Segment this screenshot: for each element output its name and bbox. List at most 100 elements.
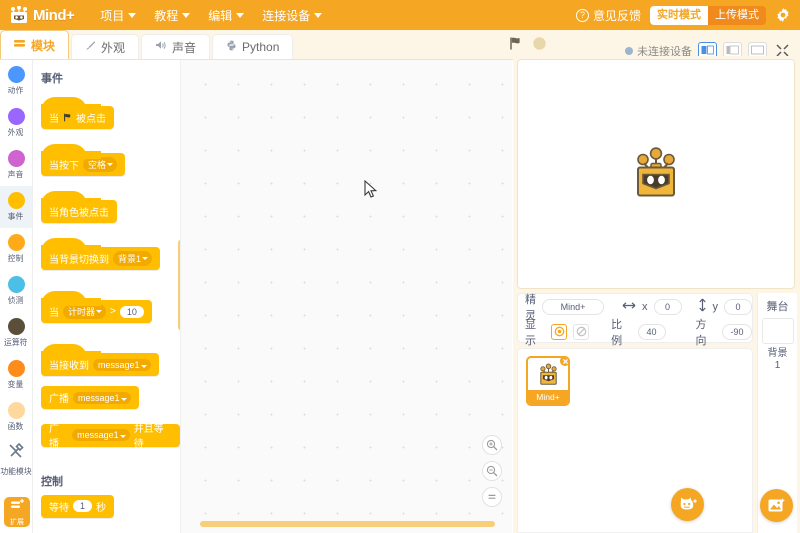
tab-label: 声音 <box>172 40 197 55</box>
app-logo[interactable]: Mind+ <box>8 5 75 24</box>
category-label: 功能模块 <box>0 465 32 476</box>
category-feature-modules[interactable]: 功能模块 <box>0 438 32 480</box>
upload-mode-button[interactable]: 上传模式 <box>708 6 766 25</box>
backdrop-count: 1 <box>774 360 781 371</box>
mindplus-robot-sprite-icon[interactable] <box>627 144 685 205</box>
message-dropdown[interactable]: message1 <box>93 358 151 371</box>
category-sensing[interactable]: 侦测 <box>0 270 32 312</box>
run-controls <box>508 36 547 56</box>
block-palette[interactable]: 事件 当 被点击 当按下 空格 当角色被点击 当背景切换到 背景1 当 计时器 … <box>33 60 181 533</box>
category-label: 控制 <box>8 253 24 263</box>
sprite-direction-input[interactable]: -90 <box>721 323 752 340</box>
category-label: 声音 <box>8 169 24 179</box>
menu-item-label: 项目 <box>100 8 125 23</box>
backdrop-dropdown[interactable]: 背景1 <box>113 251 153 266</box>
category-looks[interactable]: 外观 <box>0 102 32 144</box>
category-label: 外观 <box>8 127 24 137</box>
sprite-hide-button[interactable] <box>573 323 590 340</box>
category-functions[interactable]: 函数 <box>0 396 32 438</box>
chevron-down-icon <box>236 12 245 18</box>
key-dropdown[interactable]: 空格 <box>83 157 118 172</box>
mindplus-robot-logo-icon <box>8 5 30 24</box>
menu-item-edit[interactable]: 编辑 <box>200 4 252 27</box>
stage-selector-panel[interactable]: 舞台 背景 1 <box>757 293 797 533</box>
workspace-zoom-controls <box>482 435 502 507</box>
block-when-flag-clicked[interactable]: 当 被点击 <box>41 97 114 129</box>
block-broadcast[interactable]: 广播 message1 <box>41 386 139 409</box>
zoom-reset-button[interactable] <box>482 487 502 507</box>
backdrop-caption: 背景 1 <box>758 348 797 372</box>
zoom-out-button[interactable] <box>482 461 502 481</box>
message-dropdown[interactable]: message1 <box>73 391 131 404</box>
sprite-show-label: 显示 <box>525 318 536 347</box>
menu-item-connect-device[interactable]: 连接设备 <box>254 4 330 27</box>
block-text: 广播 <box>49 394 69 405</box>
add-extension-button[interactable]: 扩展 <box>4 497 30 527</box>
category-motion[interactable]: 动作 <box>0 60 32 102</box>
add-backdrop-button[interactable] <box>760 489 793 522</box>
sprite-size-input[interactable]: 40 <box>637 323 666 340</box>
seconds-input[interactable]: 1 <box>73 500 93 512</box>
sprite-size-label: 比例 <box>611 318 623 347</box>
category-color-dot <box>7 234 25 251</box>
vertical-arrows-icon <box>698 298 707 315</box>
script-workspace-canvas[interactable] <box>181 60 512 533</box>
sprite-info-row-1: 精灵 Mind+ x 0 y 0 <box>518 294 752 322</box>
delete-badge-icon[interactable] <box>559 358 568 367</box>
sensor-dropdown[interactable]: 计时器 <box>63 304 107 319</box>
menu-item-tutorial[interactable]: 教程 <box>146 4 198 27</box>
block-category-sidebar: 动作 外观 声音 事件 控制 侦测 运算符 变量 函数 功能模块 扩展 <box>0 60 33 533</box>
add-backdrop-image-icon <box>768 498 785 512</box>
gear-icon[interactable] <box>775 7 791 23</box>
category-variables[interactable]: 变量 <box>0 354 32 396</box>
mode-switch[interactable]: 实时模式 上传模式 <box>650 5 766 25</box>
zoom-in-button[interactable] <box>482 435 502 455</box>
tab-blocks[interactable]: 模块 <box>0 30 70 59</box>
tab-label: 模块 <box>31 38 56 53</box>
add-extension-icon <box>10 498 25 516</box>
category-control[interactable]: 控制 <box>0 228 32 270</box>
category-label: 运算符 <box>4 337 28 347</box>
feedback-button[interactable]: ? 意见反馈 <box>575 7 641 24</box>
block-when-sprite-clicked[interactable]: 当角色被点击 <box>41 191 117 223</box>
category-operators[interactable]: 运算符 <box>0 312 32 354</box>
add-sprite-cat-icon <box>680 497 697 510</box>
block-broadcast-and-wait[interactable]: 广播 message1 并且等待 <box>41 423 180 450</box>
sprite-show-button[interactable] <box>551 323 568 340</box>
block-when-receive-message[interactable]: 当接收到 message1 <box>41 344 159 376</box>
category-label: 侦测 <box>8 295 24 305</box>
threshold-input[interactable]: 10 <box>119 305 144 318</box>
category-events[interactable]: 事件 <box>0 186 32 228</box>
extension-label: 扩展 <box>10 518 24 526</box>
sprite-x-input[interactable]: 0 <box>653 298 682 315</box>
block-wait-seconds[interactable]: 等待 1 秒 <box>41 494 115 518</box>
sprite-list-item[interactable]: Mind+ <box>526 356 570 406</box>
sprite-y-label: y <box>712 300 719 313</box>
tab-costumes[interactable]: 外观 <box>71 34 140 59</box>
connection-dot-icon <box>625 46 633 55</box>
sprite-y-input[interactable]: 0 <box>724 298 752 315</box>
speaker-icon <box>155 40 167 54</box>
tab-python[interactable]: Python <box>212 34 294 59</box>
workspace-horizontal-scrollbar[interactable] <box>200 521 495 527</box>
stage-display[interactable] <box>517 59 795 289</box>
block-when-backdrop-switches[interactable]: 当背景切换到 背景1 <box>41 238 161 270</box>
block-text: 当角色被点击 <box>49 208 109 219</box>
category-sound[interactable]: 声音 <box>0 144 32 186</box>
menu-item-project[interactable]: 项目 <box>92 4 144 27</box>
block-when-greater-than[interactable]: 当 计时器 > 10 <box>41 291 152 323</box>
green-flag-icon[interactable] <box>508 36 523 56</box>
message-dropdown[interactable]: message1 <box>72 429 130 441</box>
sprite-x-label: x <box>642 300 648 313</box>
sprite-direction-label: 方向 <box>695 318 707 347</box>
block-when-key-pressed[interactable]: 当按下 空格 <box>41 144 126 176</box>
sprite-name-input[interactable]: Mind+ <box>542 298 604 315</box>
stage-thumbnail[interactable] <box>761 318 794 344</box>
sprite-list-panel[interactable]: Mind+ <box>517 348 753 533</box>
tab-sounds[interactable]: 声音 <box>141 34 211 59</box>
realtime-mode-button[interactable]: 实时模式 <box>650 5 708 25</box>
chevron-down-icon <box>128 12 137 18</box>
stop-button-icon[interactable] <box>532 36 547 56</box>
add-sprite-button[interactable] <box>671 488 704 521</box>
blocks-icon <box>14 38 26 52</box>
